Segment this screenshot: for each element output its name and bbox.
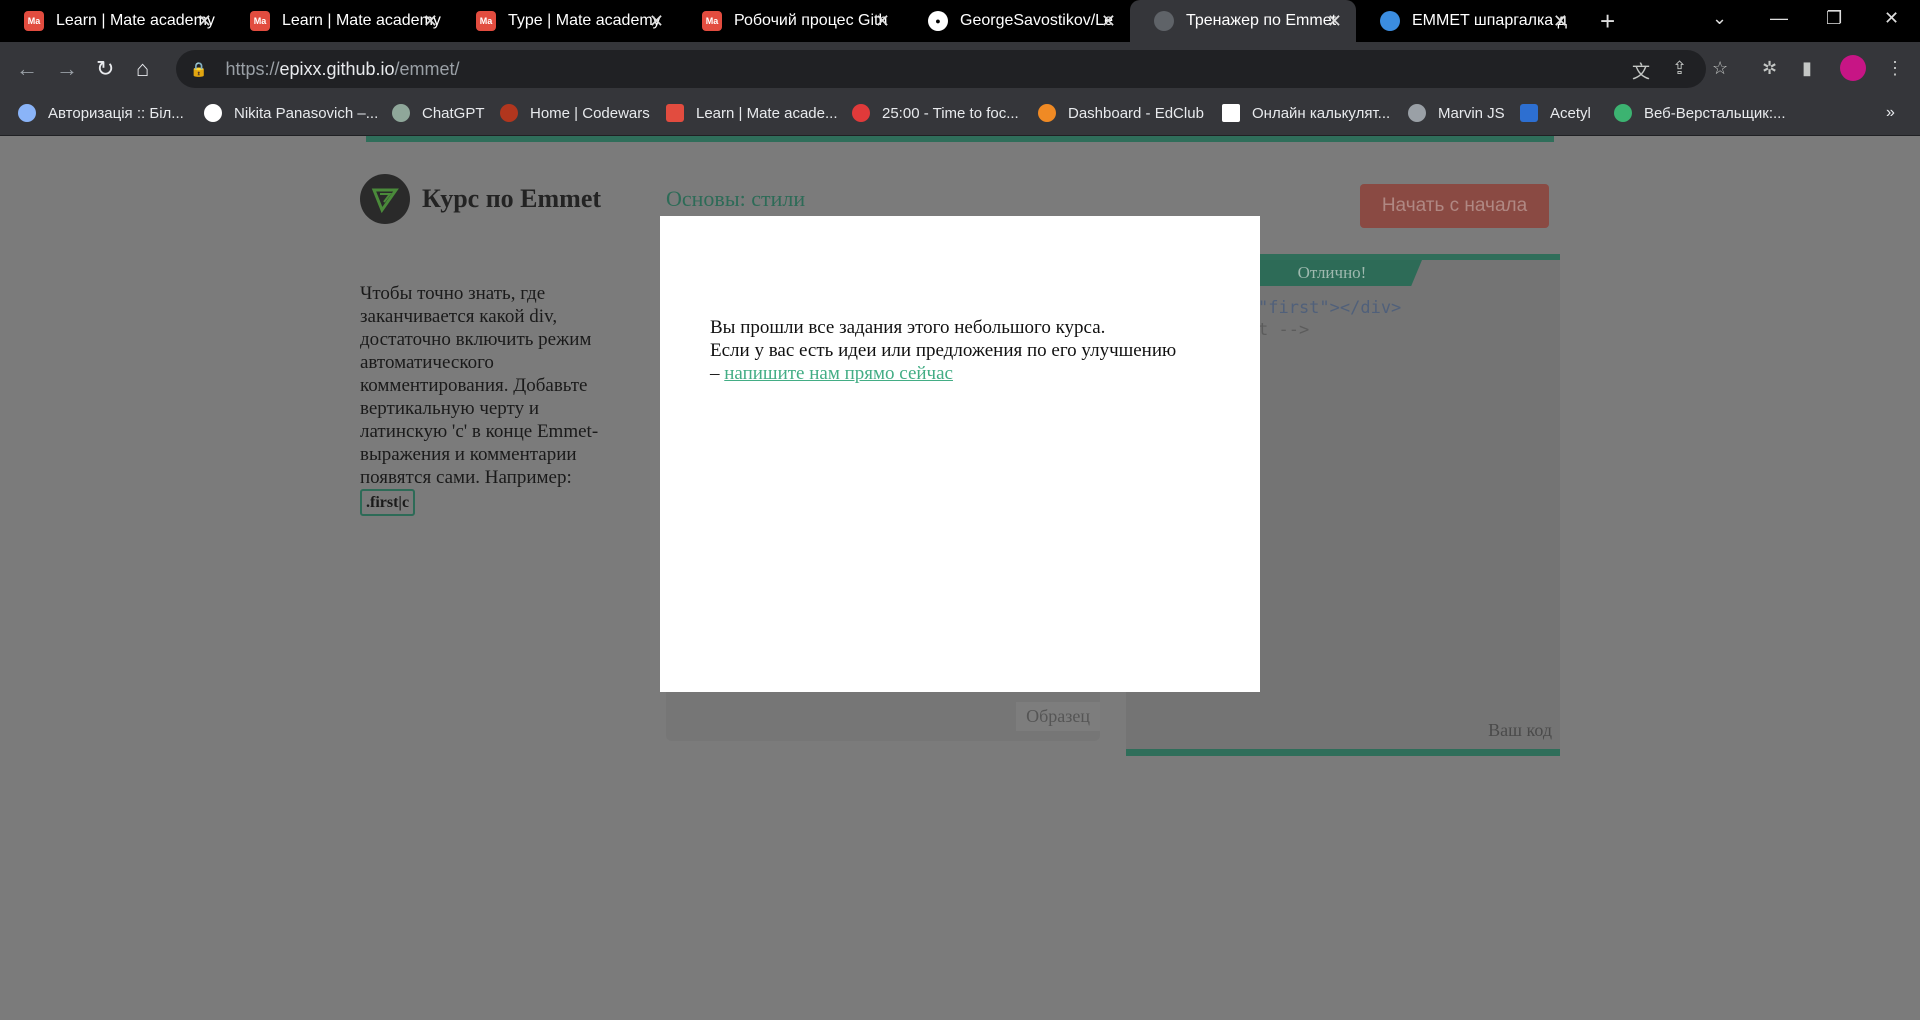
home-icon[interactable]: ⌂ bbox=[136, 56, 149, 82]
course-title: Курс по Emmet bbox=[422, 184, 602, 213]
bookmark-item[interactable]: Онлайн калькулят... bbox=[1222, 104, 1390, 122]
restore-icon[interactable]: ❐ bbox=[1826, 8, 1842, 29]
calculator-icon bbox=[1222, 104, 1240, 122]
bookmark-item[interactable]: Авторизація :: Біл... bbox=[18, 104, 184, 122]
bookmark-item[interactable]: 25:00 - Time to foc... bbox=[852, 104, 1019, 122]
sample-label: Образец bbox=[1016, 702, 1100, 731]
bookmark-favicon-icon bbox=[204, 104, 222, 122]
translate-icon[interactable]: 文 bbox=[1632, 58, 1650, 84]
bookmark-item[interactable]: Home | Codewars bbox=[500, 104, 650, 122]
globe-icon bbox=[1154, 11, 1174, 31]
your-code-label: Ваш код bbox=[1488, 720, 1552, 740]
tab-learn-mate-1[interactable]: Ma Learn | Mate academy ✕ bbox=[0, 0, 226, 42]
bookmark-item[interactable]: Acetyl bbox=[1520, 104, 1591, 122]
chatgpt-icon bbox=[392, 104, 410, 122]
lesson-title: Основы: стили bbox=[666, 186, 806, 211]
mate-academy-icon: Ma bbox=[476, 11, 496, 31]
reload-icon[interactable]: ↻ bbox=[96, 56, 114, 82]
tab-learn-mate-2[interactable]: Ma Learn | Mate academy ✕ bbox=[226, 0, 452, 42]
back-arrow-icon[interactable]: ← bbox=[16, 56, 38, 82]
extensions-icon[interactable]: ✲ bbox=[1762, 58, 1777, 79]
globe-icon bbox=[1380, 11, 1400, 31]
code-line: t --> bbox=[1258, 320, 1310, 340]
bookmark-item[interactable]: ChatGPT bbox=[392, 104, 485, 122]
chevron-down-icon[interactable]: ⌄ bbox=[1712, 8, 1727, 29]
close-icon[interactable]: ✕ bbox=[197, 11, 212, 32]
bookmark-item[interactable]: Learn | Mate acade... bbox=[666, 104, 837, 122]
modal-line-3: – напишите нам прямо сейчас bbox=[710, 363, 953, 384]
url-text: https://epixx.github.io/emmet/ bbox=[225, 58, 460, 79]
tab-strip: Ma Learn | Mate academy ✕ Ma Learn | Mat… bbox=[0, 0, 1920, 42]
close-window-icon[interactable]: ✕ bbox=[1884, 8, 1899, 29]
close-icon[interactable]: ✕ bbox=[1101, 11, 1116, 32]
tab-github[interactable]: ● GeorgeSavostikov/Le ✕ bbox=[904, 0, 1130, 42]
close-icon[interactable]: ✕ bbox=[649, 11, 664, 32]
bookmark-item[interactable]: Dashboard - EdClub bbox=[1038, 104, 1204, 122]
modal-message: Вы прошли все задания этого небольшого к… bbox=[710, 316, 1230, 385]
modal-line-1: Вы прошли все задания этого небольшого к… bbox=[710, 317, 1106, 338]
star-icon[interactable]: ☆ bbox=[1712, 58, 1728, 79]
new-tab-plus-icon[interactable]: + bbox=[1600, 6, 1615, 37]
bookmark-favicon-icon bbox=[18, 104, 36, 122]
emmet-logo-icon bbox=[371, 188, 399, 214]
mate-academy-icon bbox=[666, 104, 684, 122]
bookmark-favicon-icon bbox=[1614, 104, 1632, 122]
mate-academy-icon: Ma bbox=[24, 11, 44, 31]
share-icon[interactable]: ⇪ bbox=[1672, 58, 1687, 79]
forward-arrow-icon[interactable]: → bbox=[56, 56, 78, 82]
tab-type-mate[interactable]: Ma Type | Mate academy ✕ bbox=[452, 0, 678, 42]
code-example: .first|c bbox=[360, 489, 416, 516]
menu-dots-icon[interactable]: ⋮ bbox=[1886, 58, 1904, 79]
restart-button[interactable]: Начать с начала bbox=[1360, 184, 1549, 228]
side-panel-icon[interactable]: ▮ bbox=[1802, 58, 1812, 79]
modal-line-2: Если у вас есть идеи или предложения по … bbox=[710, 340, 1177, 361]
bookmark-item[interactable]: Nikita Panasovich –... bbox=[204, 104, 378, 122]
github-icon: ● bbox=[928, 11, 948, 31]
globe-icon bbox=[1408, 104, 1426, 122]
acetyl-icon bbox=[1520, 104, 1538, 122]
tab-emmet-trainer[interactable]: Тренажер по Emmet ✕ bbox=[1130, 0, 1356, 42]
address-bar[interactable]: 🔒 https://epixx.github.io/emmet/ bbox=[176, 50, 1706, 88]
close-icon[interactable]: ✕ bbox=[423, 11, 438, 32]
feedback-link[interactable]: напишите нам прямо сейчас bbox=[724, 363, 953, 384]
close-icon[interactable]: ✕ bbox=[1327, 11, 1342, 32]
codewars-icon bbox=[500, 104, 518, 122]
emmet-logo bbox=[360, 174, 410, 224]
minimize-icon[interactable]: — bbox=[1770, 8, 1788, 29]
bookmark-item[interactable]: Веб-Верстальщик:... bbox=[1614, 104, 1786, 122]
mate-academy-icon: Ma bbox=[250, 11, 270, 31]
browser-chrome: Ma Learn | Mate academy ✕ Ma Learn | Mat… bbox=[0, 0, 1920, 136]
edclub-icon bbox=[1038, 104, 1056, 122]
toolbar: ← → ↻ ⌂ 🔒 https://epixx.github.io/emmet/… bbox=[0, 42, 1920, 96]
mate-academy-icon: Ma bbox=[702, 11, 722, 31]
completion-modal: Вы прошли все задания этого небольшого к… bbox=[660, 216, 1260, 692]
bookmark-item[interactable]: Marvin JS bbox=[1408, 104, 1505, 122]
tab-emmet-cheatsheet[interactable]: EMMET шпаргалка д ✕ bbox=[1356, 0, 1582, 42]
code-line: "first"></div> bbox=[1258, 298, 1402, 318]
close-icon[interactable]: ✕ bbox=[1553, 11, 1568, 32]
tab-workflow[interactable]: Ma Робочий процес Gith ✕ bbox=[678, 0, 904, 42]
pomodoro-icon bbox=[852, 104, 870, 122]
success-banner: Отлично! bbox=[1242, 260, 1422, 286]
close-icon[interactable]: ✕ bbox=[875, 11, 890, 32]
avatar[interactable] bbox=[1840, 55, 1866, 81]
progress-bar bbox=[366, 136, 1554, 142]
bookmarks-bar: Авторизація :: Біл... Nikita Panasovich … bbox=[0, 96, 1920, 136]
lock-icon: 🔒 bbox=[190, 60, 208, 77]
more-bookmarks-icon[interactable]: » bbox=[1886, 104, 1895, 122]
lesson-description: Чтобы точно знать, где заканчивается как… bbox=[360, 282, 620, 516]
